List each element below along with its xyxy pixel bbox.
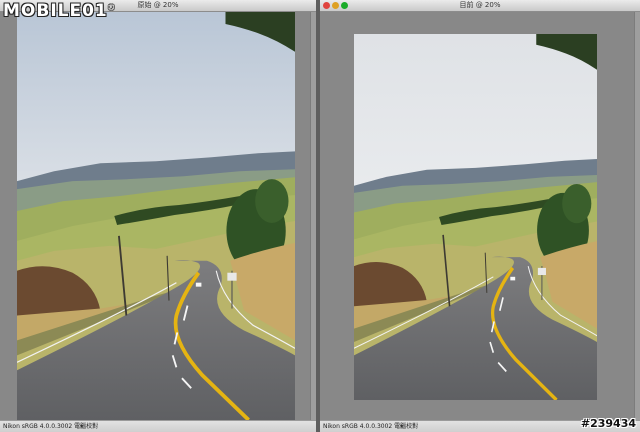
dropdown-arrow-icon[interactable]: ▾ [400, 421, 403, 432]
color-profile-label: Nikon sRGB 4.0.0.3002 電腦校對 [323, 423, 419, 430]
window-title: 目前 @ 20% [459, 1, 501, 9]
original-preview-window: 原始 @ 20% Nikon sRGB 4.0.0.3002 電腦校對 ▾ [0, 0, 316, 432]
title-bar[interactable]: 目前 @ 20% [320, 0, 640, 12]
color-profile-label: Nikon sRGB 4.0.0.3002 電腦校對 [3, 423, 99, 430]
current-photo [354, 34, 597, 400]
original-photo [17, 12, 295, 420]
status-bar: Nikon sRGB 4.0.0.3002 電腦校對 ▾ [0, 420, 316, 432]
brand-logo: MOBILE01® [3, 1, 116, 21]
vertical-scrollbar[interactable] [634, 12, 640, 420]
current-preview-window: 目前 @ 20% Nikon sRGB 4.0.0.3002 電腦校對 ▾ [320, 0, 640, 432]
image-id-watermark: #239434 [580, 417, 636, 430]
dropdown-arrow-icon[interactable]: ▾ [80, 421, 83, 432]
